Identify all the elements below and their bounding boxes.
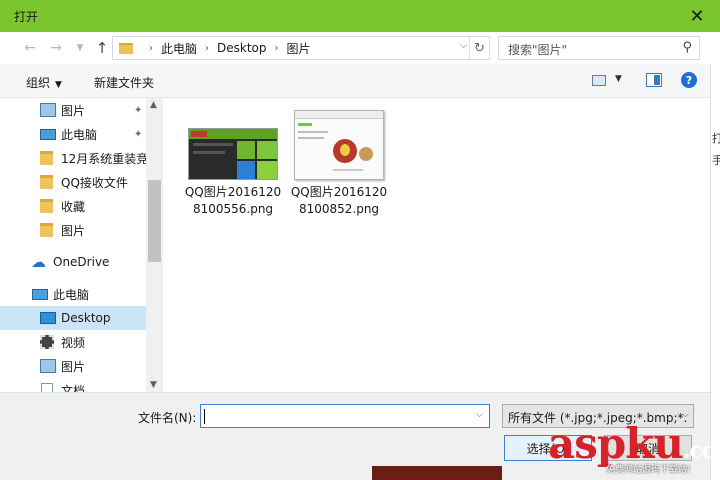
navigation-pane: 图片 ✦ 此电脑 ✦ 12月系统重装竞 QQ接收文件 收藏 图片 ☁ OneDr… [0, 98, 146, 392]
sidebar-item-label: OneDrive [53, 255, 110, 269]
sidebar-item-label: Desktop [61, 311, 111, 325]
file-thumbnail [292, 106, 386, 180]
sidebar-item-label: 收藏 [61, 199, 86, 214]
sidebar-item-label: QQ接收文件 [61, 175, 128, 190]
sidebar-item-qq-files[interactable]: QQ接收文件 [0, 170, 146, 194]
screenshot-thumbnail-image [294, 110, 384, 180]
sidebar-item-this-pc-quick[interactable]: 此电脑 ✦ [0, 122, 146, 146]
organize-button[interactable]: 组织 ▼ [26, 74, 62, 91]
chevron-down-icon: ▼ [55, 80, 62, 90]
sidebar-item-label: 图片 [61, 223, 86, 238]
sidebar-item-favorites[interactable]: 收藏 [0, 194, 146, 218]
sidebar-item-onedrive[interactable]: ☁ OneDrive [0, 250, 146, 274]
watermark-logo: aspku.com 免费网站源码下载站! [548, 420, 720, 478]
chevron-right-icon[interactable]: › [149, 43, 153, 54]
background-text: 手 [712, 154, 720, 167]
new-folder-button[interactable]: 新建文件夹 [94, 74, 154, 91]
file-item[interactable]: QQ图片20161208100852.png [289, 106, 389, 218]
address-dropdown-chevron-icon[interactable]: ⌵ [460, 41, 467, 51]
file-list: QQ图片20161208100556.png QQ图片2016120810085… [163, 98, 710, 392]
close-icon[interactable]: ✕ [674, 0, 720, 32]
preview-pane-icon[interactable] [646, 73, 662, 87]
forward-arrow-icon[interactable]: → [46, 38, 66, 58]
organize-label: 组织 [26, 76, 51, 90]
file-thumbnail [186, 106, 280, 180]
title-bar: 打开 ✕ [0, 0, 720, 32]
help-icon[interactable]: ? [681, 72, 697, 88]
search-icon[interactable]: ⚲ [682, 40, 692, 55]
background-image-fragment [372, 466, 502, 480]
chevron-down-icon[interactable]: ⌵ [476, 410, 483, 420]
sidebar-scrollbar[interactable]: ▲ ▼ [146, 98, 163, 392]
sidebar-item-label: 视频 [61, 335, 86, 350]
text-caret [204, 409, 205, 424]
filename-label: 文件名(N): [138, 411, 197, 425]
file-name: QQ图片20161208100556.png [184, 185, 282, 216]
document-icon [41, 383, 53, 392]
background-text: 打 [712, 132, 720, 145]
chevron-right-icon[interactable]: › [205, 43, 209, 54]
file-name: QQ图片20161208100852.png [290, 185, 388, 216]
computer-icon [32, 288, 48, 300]
search-placeholder: 搜索"图片" [508, 43, 568, 57]
background-window-edge: 打 手 [710, 64, 720, 480]
address-bar[interactable]: › 此电脑 › Desktop › 图片 ⌵ ↻ [112, 36, 490, 60]
pictures-icon [40, 103, 56, 117]
video-icon [40, 335, 54, 349]
sidebar-item-desktop[interactable]: Desktop [0, 306, 146, 330]
view-options-chevron-icon[interactable]: ▼ [615, 74, 622, 84]
scrollbar-thumb[interactable] [148, 180, 161, 262]
breadcrumb-pictures[interactable]: 图片 [287, 40, 311, 57]
sidebar-item-pictures-folder[interactable]: 图片 [0, 218, 146, 242]
breadcrumb-desktop[interactable]: Desktop [217, 41, 267, 55]
desktop-icon [40, 312, 56, 324]
search-input[interactable]: 搜索"图片" ⚲ [498, 36, 700, 60]
chevron-right-icon[interactable]: › [275, 43, 279, 54]
sidebar-item-pictures-quick[interactable]: 图片 ✦ [0, 98, 146, 122]
sidebar-item-videos[interactable]: 视频 [0, 330, 146, 354]
file-item[interactable]: QQ图片20161208100556.png [183, 106, 283, 218]
refresh-icon[interactable]: ↻ [469, 37, 489, 59]
cloud-icon: ☁ [31, 253, 46, 271]
view-options-icon[interactable] [592, 75, 606, 86]
screenshot-thumbnail-image [188, 128, 278, 180]
folder-icon [40, 223, 53, 237]
pictures-icon [40, 359, 56, 373]
chevron-down-icon: ⌵ [682, 410, 689, 420]
window-title: 打开 [14, 10, 39, 24]
sidebar-item-pictures[interactable]: 图片 [0, 354, 146, 378]
sidebar-item-label: 图片 [61, 359, 86, 374]
command-toolbar: 组织 ▼ 新建文件夹 ▼ ? [0, 64, 710, 98]
sidebar-item-label: 12月系统重装竞 [61, 151, 146, 166]
sidebar-item-label: 文档 [61, 383, 86, 393]
filename-input[interactable]: ⌵ [200, 404, 490, 428]
sidebar-item-label: 图片 [61, 103, 86, 118]
address-row: ← → ▼ ↑ › 此电脑 › Desktop › 图片 ⌵ ↻ 搜索"图片" … [0, 32, 720, 64]
scroll-up-icon[interactable]: ▲ [150, 100, 157, 110]
back-arrow-icon[interactable]: ← [20, 38, 40, 58]
folder-icon [40, 199, 53, 213]
computer-icon [40, 128, 56, 140]
sidebar-item-label: 此电脑 [53, 287, 90, 302]
recent-locations-chevron-icon[interactable]: ▼ [70, 38, 90, 58]
folder-icon [40, 175, 53, 189]
sidebar-item-label: 此电脑 [61, 127, 98, 142]
sidebar-item-folder[interactable]: 12月系统重装竞 [0, 146, 146, 170]
breadcrumb-this-pc[interactable]: 此电脑 [161, 40, 197, 57]
sidebar-item-documents[interactable]: 文档 [0, 378, 146, 392]
folder-icon [119, 42, 133, 54]
folder-icon [40, 151, 53, 165]
pin-icon[interactable]: ✦ [134, 105, 142, 116]
watermark-tagline: 免费网站源码下载站! [606, 465, 691, 475]
sidebar-item-this-pc[interactable]: 此电脑 [0, 282, 146, 306]
pin-icon[interactable]: ✦ [134, 129, 142, 140]
up-arrow-icon[interactable]: ↑ [92, 38, 112, 58]
scroll-down-icon[interactable]: ▼ [150, 380, 157, 390]
